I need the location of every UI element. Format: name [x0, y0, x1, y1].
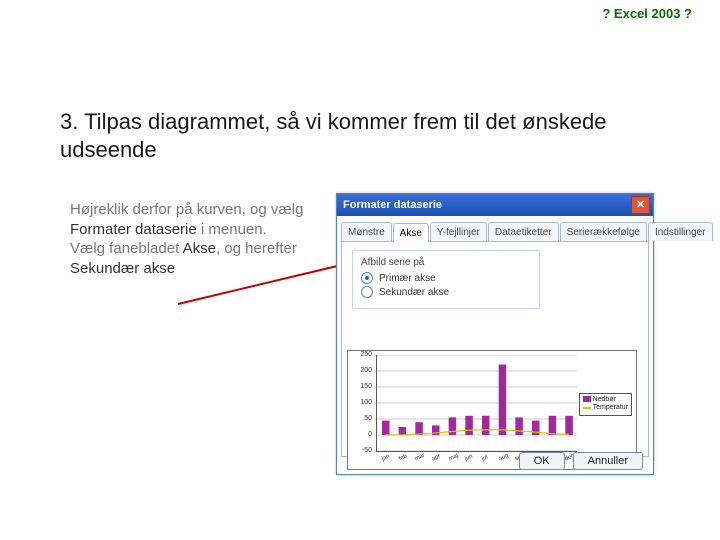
cancel-button[interactable]: Annuller	[573, 452, 643, 470]
instr-part: Højreklik derfor på kurven, og vælg	[70, 201, 303, 218]
instruction-text: Højreklik derfor på kurven, og vælg Form…	[70, 200, 320, 278]
dialog-titlebar[interactable]: Formater dataserie ✕	[337, 194, 653, 216]
radio-primary-axis[interactable]: Primær akse	[361, 272, 531, 284]
radio-secondary-axis[interactable]: Sekundær akse	[361, 286, 531, 298]
instr-emph-axis: Akse	[183, 240, 216, 257]
legend-item: Nedbør	[593, 396, 616, 403]
axis-group: Afbild serie på Primær akse Sekundær aks…	[352, 250, 540, 309]
instr-part: , og herefter	[216, 240, 297, 257]
instr-emph-secondary: Sekundær akse	[70, 260, 175, 277]
tab-series-order[interactable]: Serierækkefølge	[560, 222, 647, 241]
tab-y-error-bars[interactable]: Y-fejllinjer	[430, 222, 487, 241]
radio-icon	[361, 272, 373, 284]
page-header: ? Excel 2003 ?	[602, 6, 692, 21]
dialog-panel: Afbild serie på Primær akse Sekundær aks…	[341, 241, 649, 457]
tab-patterns[interactable]: Mønstre	[341, 222, 392, 241]
format-data-series-dialog: Formater dataserie ✕ Mønstre Akse Y-fejl…	[336, 193, 654, 475]
page-title: 3. Tilpas diagrammet, så vi kommer frem …	[60, 108, 640, 163]
dialog-title-text: Formater dataserie	[343, 199, 442, 211]
legend-item: Temperatur	[593, 404, 628, 411]
tab-options[interactable]: Indstillinger	[648, 222, 713, 241]
close-icon[interactable]: ✕	[631, 196, 650, 214]
instr-part: i menuen.	[197, 221, 267, 238]
chart-legend: Nedbør Temperatur	[579, 393, 632, 416]
ok-button[interactable]: OK	[519, 452, 565, 470]
instr-emph-format: Formater dataserie	[70, 221, 197, 238]
tab-data-labels[interactable]: Dataetiketter	[488, 222, 559, 241]
tab-axis[interactable]: Akse	[393, 223, 429, 242]
radio-secondary-label: Sekundær akse	[379, 287, 449, 298]
instr-part: Vælg fanebladet	[70, 240, 183, 257]
radio-icon	[361, 286, 373, 298]
axis-group-label: Afbild serie på	[361, 257, 531, 268]
dialog-tabs: Mønstre Akse Y-fejllinjer Dataetiketter …	[341, 222, 649, 241]
chart-plot-area	[376, 355, 577, 452]
dialog-button-row: OK Annuller	[337, 452, 653, 470]
chart-svg	[377, 355, 577, 451]
radio-primary-label: Primær akse	[379, 273, 436, 284]
